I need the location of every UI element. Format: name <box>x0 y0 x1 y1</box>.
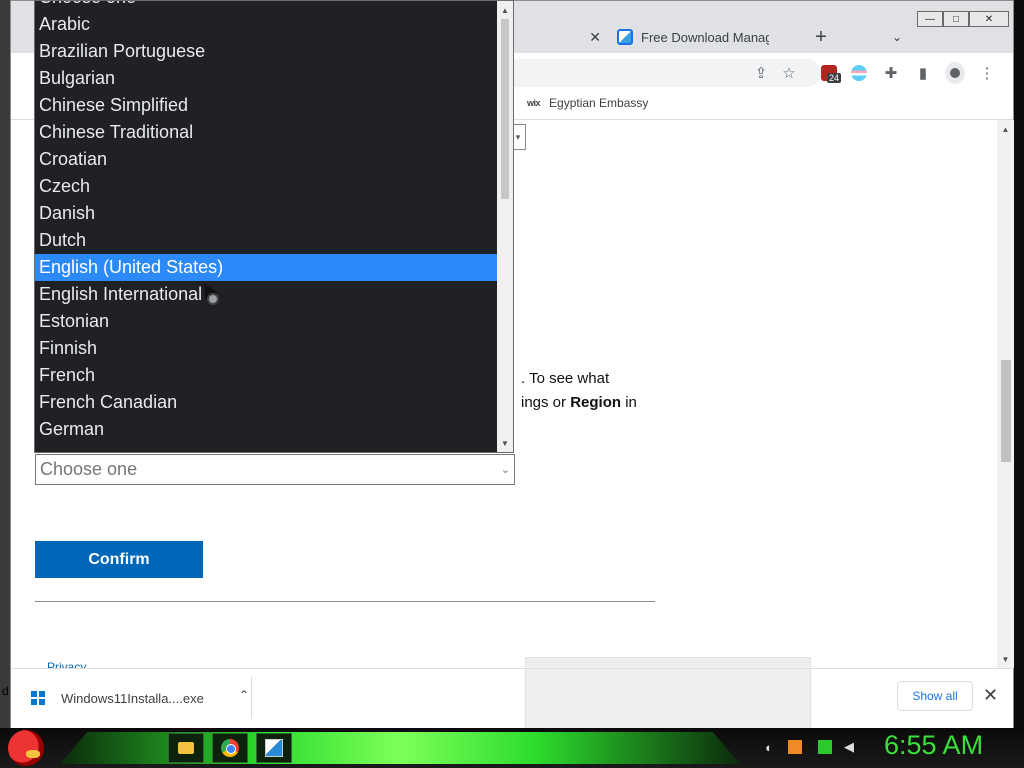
dropdown-option[interactable]: Croatian <box>35 146 497 173</box>
scroll-down-icon[interactable]: ▼ <box>997 652 1014 666</box>
confirm-button[interactable]: Confirm <box>35 541 203 578</box>
chevron-up-icon[interactable]: ⌃ <box>239 688 249 702</box>
dropdown-option[interactable]: Finnish <box>35 335 497 362</box>
taskbar-chrome[interactable] <box>212 733 248 763</box>
privacy-link[interactable]: Privacy <box>47 660 86 668</box>
side-panel-icon[interactable]: ▮ <box>913 63 933 83</box>
bookmark-egyptian-embassy[interactable]: wix Egyptian Embassy <box>527 96 648 110</box>
profile-avatar-icon[interactable] <box>945 62 965 84</box>
dropdown-option[interactable]: Czech <box>35 173 497 200</box>
language-dropdown-list[interactable]: Choose oneArabicBrazilian PortugueseBulg… <box>34 0 514 453</box>
notification-toast <box>525 657 811 729</box>
busy-cursor-icon <box>207 293 219 305</box>
tray-network-icon[interactable] <box>816 738 834 756</box>
maximize-button[interactable]: □ <box>943 11 969 27</box>
desktop-edge-text: d <box>2 684 9 698</box>
tab-search-icon[interactable]: ⌄ <box>887 25 907 49</box>
download-bar: Windows11Installa....exe ⌃ Show all ✕ <box>11 657 1013 729</box>
show-all-button[interactable]: Show all <box>897 681 973 711</box>
chrome-icon <box>221 739 239 757</box>
dropdown-option[interactable]: Brazilian Portuguese <box>35 38 497 65</box>
tab-close-icon[interactable]: ✕ <box>589 29 601 46</box>
language-select[interactable]: Choose one ⌄ <box>35 454 515 485</box>
tab-previous[interactable]: ✕ <box>511 21 611 53</box>
dropdown-scrollbar[interactable]: ▲ ▼ <box>497 1 513 452</box>
dropdown-option[interactable]: Chinese Simplified <box>35 92 497 119</box>
select-placeholder: Choose one <box>40 459 138 479</box>
page-scrollbar[interactable]: ▲ ▼ <box>997 120 1014 668</box>
dropdown-option[interactable]: German <box>35 416 497 443</box>
dropdown-option[interactable]: French <box>35 362 497 389</box>
dropdown-option[interactable]: Arabic <box>35 11 497 38</box>
minimize-button[interactable]: — <box>917 11 943 27</box>
dropdown-option[interactable]: Estonian <box>35 308 497 335</box>
dropdown-scrollbar-thumb[interactable] <box>501 19 509 199</box>
taskbar-file-explorer[interactable] <box>168 733 204 763</box>
fdm-icon <box>265 739 283 757</box>
tray-volume-icon[interactable]: ◀ <box>840 738 858 756</box>
close-window-button[interactable]: ✕ <box>969 11 1009 27</box>
divider <box>35 601 655 602</box>
dropdown-options: Choose oneArabicBrazilian PortugueseBulg… <box>35 1 513 443</box>
folder-icon <box>178 742 194 754</box>
extensions-puzzle-icon[interactable]: ✚ <box>881 63 901 83</box>
instruction-text-line1: . To see what <box>521 370 610 387</box>
extension-flag-icon[interactable] <box>849 63 869 83</box>
tab-label: Free Download Manage <box>641 29 769 45</box>
fdm-favicon-icon <box>617 29 633 45</box>
dropdown-option[interactable]: Choose one <box>35 1 497 11</box>
dropdown-option[interactable]: Chinese Traditional <box>35 119 497 146</box>
extension-red-icon[interactable]: 24 <box>819 63 842 83</box>
dropdown-scroll-up-icon[interactable]: ▲ <box>497 3 513 17</box>
bookmark-star-icon[interactable]: ☆ <box>779 63 799 83</box>
tray-orange-icon[interactable] <box>786 738 804 756</box>
dropdown-option[interactable]: Bulgarian <box>35 65 497 92</box>
close-download-bar-icon[interactable]: ✕ <box>983 685 998 706</box>
dropdown-option[interactable]: English International <box>35 281 497 308</box>
new-tab-button[interactable]: + <box>807 23 835 51</box>
region-bold-text: Region <box>570 394 622 411</box>
share-icon[interactable]: ⇪ <box>751 63 771 83</box>
tab-free-download-manager[interactable]: Free Download Manage <box>611 21 811 53</box>
scroll-up-icon[interactable]: ▲ <box>997 122 1014 136</box>
taskbar <box>0 728 1024 768</box>
download-filename: Windows11Installa....exe <box>61 690 204 706</box>
taskbar-clock[interactable]: 6:55 AM <box>884 730 983 761</box>
download-divider <box>251 677 252 719</box>
dropdown-option[interactable]: Danish <box>35 200 497 227</box>
dropdown-option[interactable]: Dutch <box>35 227 497 254</box>
dropdown-option[interactable]: French Canadian <box>35 389 497 416</box>
dropdown-scroll-down-icon[interactable]: ▼ <box>497 436 513 450</box>
bookmark-label: Egyptian Embassy <box>549 96 649 110</box>
dropdown-option[interactable]: English (United States) <box>35 254 497 281</box>
start-button-bird-icon[interactable] <box>8 730 44 766</box>
download-item[interactable]: Windows11Installa....exe ⌃ <box>31 685 251 711</box>
taskbar-fdm[interactable] <box>256 733 292 763</box>
tray-app-icon[interactable]: ◐ <box>760 738 778 756</box>
instruction-text-line2: ings or Region in <box>521 394 637 411</box>
taskbar-green-glow <box>60 732 740 764</box>
menu-kebab-icon[interactable]: ⋮ <box>977 63 997 83</box>
wix-icon: wix <box>527 98 541 108</box>
address-bar[interactable]: ⇪ ☆ <box>511 59 821 87</box>
windows-logo-icon <box>31 691 45 705</box>
scrollbar-thumb[interactable] <box>1001 360 1011 462</box>
extension-badge: 24 <box>827 73 842 83</box>
chevron-down-icon: ⌄ <box>500 464 510 476</box>
